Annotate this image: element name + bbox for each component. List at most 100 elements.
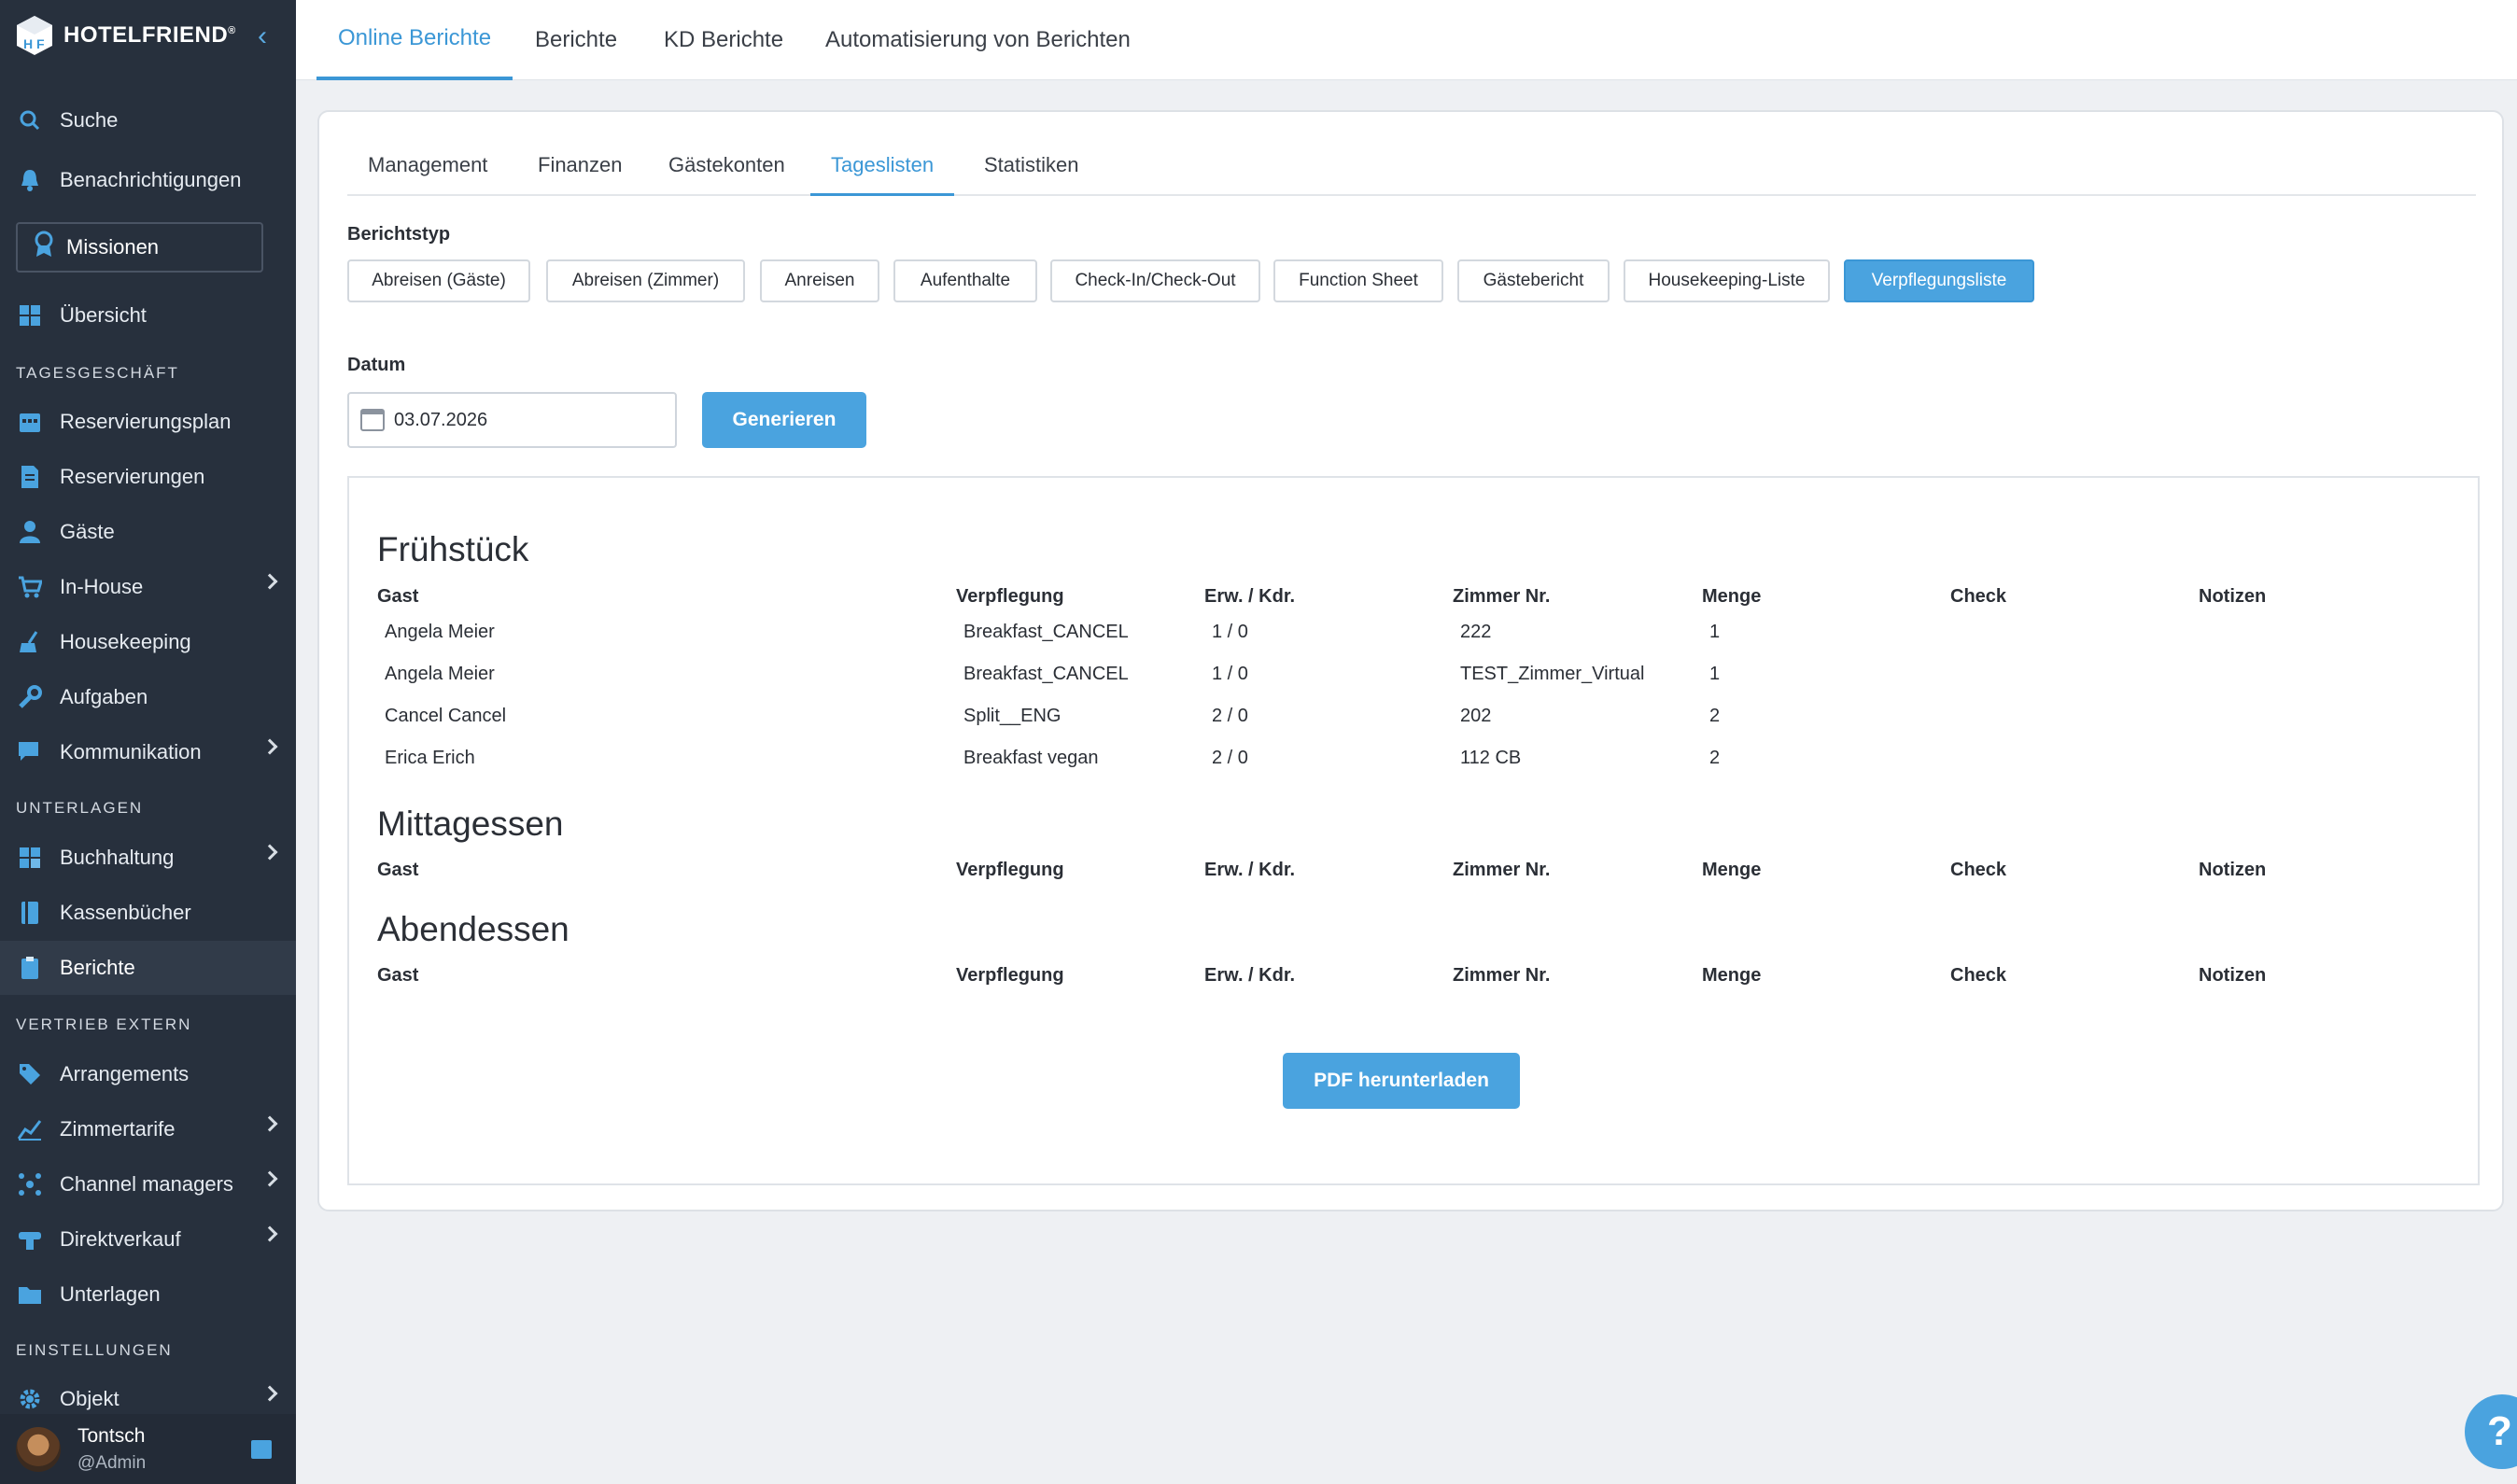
generate-button[interactable]: Generieren [702, 392, 866, 448]
sidebar-item-documents[interactable]: Unterlagen [0, 1267, 296, 1322]
sidebar-item-label: Kommunikation [60, 740, 202, 763]
network-icon [17, 1171, 43, 1197]
chevron-right-icon [261, 1170, 278, 1187]
column-header-meal: Verpflegung [956, 965, 1064, 986]
sidebar-item-search[interactable]: Suche [0, 93, 296, 147]
report-type-stays[interactable]: Aufenthalte [893, 259, 1037, 302]
sidebar-item-housekeeping[interactable]: Housekeeping [0, 615, 296, 669]
user-profile[interactable]: Tontsch @Admin [0, 1414, 296, 1484]
tab-finances[interactable]: Finanzen [517, 146, 643, 196]
cell-meal: Breakfast_CANCEL [963, 622, 1129, 642]
logout-icon[interactable] [251, 1440, 272, 1459]
sidebar-item-label: In-House [60, 575, 144, 598]
sidebar-item-direct-sales[interactable]: Direktverkauf [0, 1212, 296, 1267]
column-header-guest: Gast [377, 860, 419, 880]
cart-icon [17, 574, 43, 600]
sidebar-item-label: Channel managers [60, 1172, 233, 1196]
document-icon [17, 464, 43, 490]
report-type-guest-report[interactable]: Gästebericht [1457, 259, 1610, 302]
report-type-function-sheet[interactable]: Function Sheet [1273, 259, 1443, 302]
sidebar-item-label: Buchhaltung [60, 846, 175, 869]
sidebar-item-label: Objekt [60, 1387, 120, 1410]
clipboard-icon [17, 955, 43, 981]
report-type-meal-list[interactable]: Verpflegungsliste [1844, 259, 2034, 302]
report-type-check-in-out[interactable]: Check-In/Check-Out [1050, 259, 1260, 302]
report-type-departures-rooms[interactable]: Abreisen (Zimmer) [546, 259, 745, 302]
column-header-room: Zimmer Nr. [1453, 965, 1551, 986]
sidebar-item-label: Kassenbücher [60, 901, 191, 924]
tab-management[interactable]: Management [347, 146, 508, 196]
tab-online-reports[interactable]: Online Berichte [316, 0, 513, 80]
dashboard-icon [17, 302, 43, 329]
sidebar-item-reservations[interactable]: Reservierungen [0, 450, 296, 504]
svg-text:F: F [36, 36, 45, 51]
missions-label: Missionen [66, 235, 160, 259]
report-type-housekeeping-list[interactable]: Housekeeping-Liste [1624, 259, 1830, 302]
wrench-icon [17, 684, 43, 710]
tab-guest-accounts[interactable]: Gästekonten [648, 146, 806, 196]
download-pdf-button[interactable]: PDF herunterladen [1283, 1053, 1520, 1109]
chevron-right-icon [261, 844, 278, 861]
avatar [16, 1426, 61, 1472]
sidebar-item-label: Reservierungsplan [60, 410, 232, 433]
cell-guest: Cancel Cancel [385, 706, 507, 726]
sidebar: H F HOTELFRIEND® ‹ Suche Benachrichtigun… [0, 0, 296, 1484]
date-value: 03.07.2026 [394, 409, 488, 430]
chevron-right-icon [261, 573, 278, 590]
cell-meal: Breakfast_CANCEL [963, 664, 1129, 684]
brand-name: HOTELFRIEND [63, 22, 229, 48]
meal-list-report: Frühstück Gast Verpflegung Erw. / Kdr. Z… [347, 476, 2480, 1185]
column-header-room: Zimmer Nr. [1453, 586, 1551, 607]
column-header-quantity: Menge [1702, 586, 1762, 607]
tab-kd-reports[interactable]: KD Berichte [664, 0, 783, 80]
hotelfriend-logo-icon: H F [17, 16, 52, 55]
sidebar-item-arrangements[interactable]: Arrangements [0, 1047, 296, 1101]
tab-reports[interactable]: Berichte [535, 0, 617, 80]
column-header-notes: Notizen [2199, 965, 2267, 986]
column-header-notes: Notizen [2199, 860, 2267, 880]
logo[interactable]: H F HOTELFRIEND® ‹ [15, 13, 286, 58]
sidebar-item-notifications[interactable]: Benachrichtigungen [0, 153, 296, 207]
sidebar-item-cash-books[interactable]: Kassenbücher [0, 886, 296, 940]
sidebar-item-communication[interactable]: Kommunikation [0, 725, 296, 779]
meal-title-lunch: Mittagessen [377, 805, 564, 843]
report-category-tabs: Management Finanzen Gästekonten Tageslis… [347, 146, 2476, 196]
tab-daily-lists[interactable]: Tageslisten [810, 146, 955, 196]
report-type-arrivals[interactable]: Anreisen [760, 259, 879, 302]
sidebar-item-reports[interactable]: Berichte [0, 941, 296, 995]
report-type-departures-guests[interactable]: Abreisen (Gäste) [347, 259, 530, 302]
sidebar-item-in-house[interactable]: In-House [0, 560, 296, 614]
sidebar-item-label: Direktverkauf [60, 1227, 181, 1251]
sidebar-item-reservation-plan[interactable]: Reservierungsplan [0, 395, 296, 449]
tab-report-automation[interactable]: Automatisierung von Berichten [825, 0, 1131, 80]
sidebar-item-label: Benachrichtigungen [60, 168, 242, 191]
cell-guest: Erica Erich [385, 748, 475, 768]
tab-statistics[interactable]: Statistiken [963, 146, 1100, 196]
sidebar-item-guests[interactable]: Gäste [0, 505, 296, 559]
column-header-meal: Verpflegung [956, 586, 1064, 607]
meal-title-dinner: Abendessen [377, 910, 569, 948]
cell-adults-children: 1 / 0 [1212, 664, 1248, 684]
missions-button[interactable]: Missionen [16, 222, 263, 273]
sidebar-item-overview[interactable]: Übersicht [0, 288, 296, 343]
date-field[interactable]: 03.07.2026 [347, 392, 677, 448]
cell-meal: Breakfast vegan [963, 748, 1099, 768]
sidebar-item-room-rates[interactable]: Zimmertarife [0, 1102, 296, 1156]
collapse-sidebar-icon[interactable]: ‹ [258, 22, 267, 50]
sidebar-item-label: Housekeeping [60, 630, 191, 653]
cell-room: 202 [1460, 706, 1492, 726]
section-documents: UNTERLAGEN [16, 799, 144, 817]
sidebar-item-tasks[interactable]: Aufgaben [0, 670, 296, 724]
help-button[interactable]: ? [2465, 1394, 2517, 1469]
column-header-room: Zimmer Nr. [1453, 860, 1551, 880]
cell-adults-children: 1 / 0 [1212, 622, 1248, 642]
column-header-guest: Gast [377, 586, 419, 607]
ribbon-badge-icon [33, 231, 55, 264]
sidebar-item-channel-managers[interactable]: Channel managers [0, 1157, 296, 1211]
top-navigation: Online Berichte Berichte KD Berichte Aut… [296, 0, 2517, 80]
sidebar-item-label: Unterlagen [60, 1282, 161, 1306]
sidebar-item-accounting[interactable]: Buchhaltung [0, 831, 296, 885]
column-header-quantity: Menge [1702, 860, 1762, 880]
cell-room: TEST_Zimmer_Virtual [1460, 664, 1645, 684]
cell-meal: Split__ENG [963, 706, 1062, 726]
